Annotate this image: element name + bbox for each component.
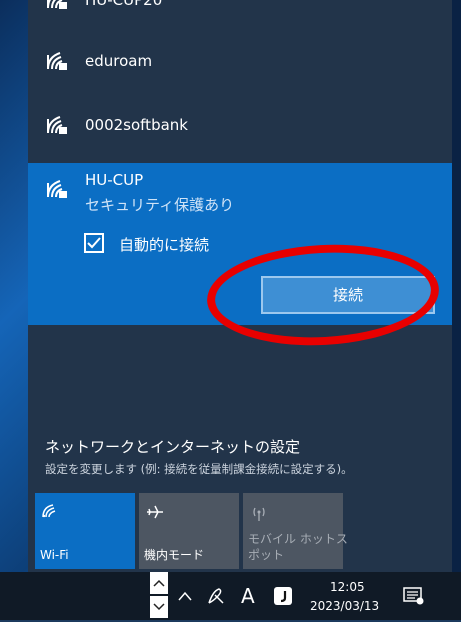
network-item-0002softbank[interactable]: 0002softbank (28, 95, 452, 155)
ime-indicator[interactable]: A (241, 584, 255, 608)
wifi-secured-icon (47, 116, 67, 134)
network-ssid: HU-CUP20 (85, 0, 163, 9)
scroll-up-button[interactable] (150, 572, 168, 594)
scroll-down-button[interactable] (150, 596, 168, 618)
notification-center-icon[interactable] (403, 586, 425, 606)
hotspot-icon (253, 507, 265, 521)
taskbar: A 12:05 2023/03/13 (0, 572, 461, 620)
wifi-secured-icon (47, 52, 67, 70)
network-ssid: HU-CUP (85, 171, 144, 189)
clock-date[interactable]: 2023/03/13 (310, 599, 379, 613)
pen-icon[interactable] (205, 585, 227, 607)
network-settings-description: 設定を変更します (例: 接続を従量制課金接続に設定する)。 (45, 462, 353, 476)
chevron-down-icon (153, 603, 165, 611)
tile-label: 機内モード (144, 548, 205, 562)
wifi-toggle-tile[interactable]: Wi-Fi (35, 493, 135, 569)
chevron-up-icon (153, 579, 165, 587)
mobile-hotspot-tile[interactable]: モバイル ホットス ポット (243, 493, 348, 569)
clock-time[interactable]: 12:05 (330, 580, 365, 594)
network-ssid: eduroam (85, 52, 153, 70)
checkmark-icon (87, 237, 101, 249)
tile-label: Wi-Fi (40, 548, 69, 562)
wifi-icon (42, 504, 56, 518)
network-security-status: セキュリティ保護あり (85, 196, 235, 214)
desktop-edge (452, 0, 461, 620)
network-item-eduroam[interactable]: eduroam (28, 31, 452, 91)
network-item-hu-cup20[interactable]: HU-CUP20 (28, 0, 452, 30)
airplane-icon (147, 505, 163, 519)
show-hidden-icons-icon[interactable] (177, 589, 193, 603)
wifi-secured-icon (47, 0, 67, 9)
airplane-mode-tile[interactable]: 機内モード (139, 493, 239, 569)
wifi-secured-icon (47, 180, 67, 198)
network-settings-link[interactable]: ネットワークとインターネットの設定 (45, 436, 300, 457)
tile-label: モバイル ホットス ポット (248, 532, 348, 562)
network-ssid: 0002softbank (85, 116, 188, 134)
auto-connect-checkbox[interactable] (84, 233, 104, 253)
app-tray-icon[interactable] (273, 586, 293, 606)
auto-connect-label: 自動的に接続 (119, 236, 210, 254)
